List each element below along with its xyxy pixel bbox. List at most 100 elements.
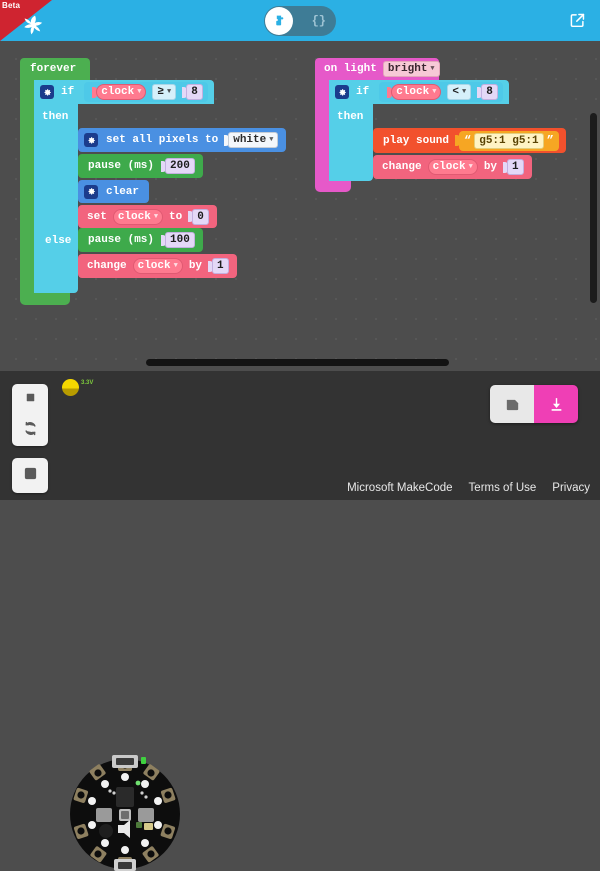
chevron-down-icon: ▼ bbox=[154, 213, 158, 221]
blocks-puzzle-icon bbox=[273, 14, 286, 27]
workspace-vertical-scrollbar[interactable] bbox=[590, 113, 597, 303]
comparison-block[interactable]: clock ▼ < ▼ 8 bbox=[379, 82, 503, 102]
debug-button[interactable] bbox=[23, 466, 38, 486]
chevron-down-icon: ▼ bbox=[432, 88, 436, 96]
app-header: Beta {} bbox=[0, 0, 600, 41]
save-button[interactable] bbox=[490, 385, 534, 423]
pause-block[interactable]: pause (ms) 100 bbox=[78, 228, 203, 252]
stop-button[interactable] bbox=[23, 390, 38, 410]
string-block[interactable]: “ g5:1 g5:1 ” bbox=[459, 131, 559, 151]
on-light-block-header[interactable]: on light bright ▼ bbox=[315, 58, 439, 80]
battery-indicator bbox=[62, 379, 79, 396]
adafruit-flower-logo[interactable] bbox=[22, 14, 48, 40]
then-label: then bbox=[42, 111, 68, 123]
variable-clock[interactable]: clock ▼ bbox=[96, 84, 146, 100]
javascript-mode-button[interactable]: {} bbox=[312, 6, 326, 36]
number-literal[interactable]: 1 bbox=[212, 258, 229, 274]
number-literal[interactable]: 8 bbox=[186, 84, 203, 100]
number-literal[interactable]: 0 bbox=[192, 209, 209, 225]
chevron-down-icon: ▼ bbox=[469, 163, 473, 171]
workspace-horizontal-scrollbar[interactable] bbox=[146, 359, 449, 366]
if-row[interactable]: if clock ▼ ≥ ▼ 8 bbox=[34, 80, 214, 104]
chevron-down-icon: ▼ bbox=[430, 65, 434, 73]
refresh-icon bbox=[23, 421, 38, 436]
blocks-mode-button[interactable] bbox=[265, 7, 293, 35]
set-label: set bbox=[87, 211, 107, 223]
comparison-block[interactable]: clock ▼ ≥ ▼ 8 bbox=[84, 82, 208, 102]
operator-field[interactable]: < ▼ bbox=[447, 84, 471, 100]
number-literal[interactable]: 1 bbox=[507, 159, 524, 175]
play-sound-block[interactable]: play sound “ g5:1 g5:1 ” bbox=[373, 128, 566, 153]
light-level-dropdown[interactable]: bright ▼ bbox=[383, 61, 440, 77]
editor-mode-toggle[interactable]: {} bbox=[264, 6, 336, 36]
restart-button[interactable] bbox=[23, 421, 38, 441]
if-gear-icon[interactable] bbox=[40, 85, 54, 99]
number-literal[interactable]: 200 bbox=[165, 158, 195, 174]
number-literal[interactable]: 100 bbox=[165, 232, 195, 248]
set-variable-block[interactable]: set clock ▼ to 0 bbox=[78, 205, 217, 228]
blocks-workspace[interactable]: forever if clock ▼ bbox=[0, 41, 600, 371]
on-light-left-spine bbox=[315, 80, 329, 181]
variable-clock[interactable]: clock ▼ bbox=[113, 209, 163, 225]
else-label: else bbox=[45, 235, 71, 247]
variable-clock[interactable]: clock ▼ bbox=[133, 258, 183, 274]
clear-block[interactable]: clear bbox=[78, 180, 149, 203]
footer-link-privacy[interactable]: Privacy bbox=[552, 482, 590, 494]
download-arrow-icon bbox=[548, 396, 565, 413]
operator-field[interactable]: ≥ ▼ bbox=[152, 84, 176, 100]
pause-block[interactable]: pause (ms) 200 bbox=[78, 154, 203, 178]
forever-foot bbox=[20, 293, 70, 305]
quote-open: “ bbox=[464, 134, 471, 148]
circuit-playground-express-board[interactable] bbox=[66, 753, 184, 871]
script-forever[interactable]: forever if clock ▼ bbox=[20, 58, 284, 80]
to-label: to bbox=[169, 211, 182, 223]
change-variable-block[interactable]: change clock ▼ by 1 bbox=[373, 155, 532, 179]
stop-square-icon bbox=[23, 390, 38, 405]
clear-label: clear bbox=[106, 186, 139, 198]
clear-gear-icon[interactable] bbox=[84, 185, 98, 199]
by-label: by bbox=[484, 161, 497, 173]
footer-link-terms[interactable]: Terms of Use bbox=[469, 482, 537, 494]
footer-links: Microsoft MakeCode Terms of Use Privacy bbox=[347, 482, 590, 494]
chevron-down-icon: ▼ bbox=[269, 136, 273, 144]
script-on-light-bright[interactable]: on light bright ▼ if clock bbox=[315, 58, 577, 80]
set-pixels-gear-icon[interactable] bbox=[84, 133, 98, 147]
open-external-icon[interactable] bbox=[569, 12, 586, 29]
chevron-down-icon: ▼ bbox=[167, 88, 171, 96]
set-all-pixels-block[interactable]: set all pixels to white ▼ bbox=[78, 128, 286, 152]
change-variable-block[interactable]: change clock ▼ by 1 bbox=[78, 254, 237, 278]
variable-clock[interactable]: clock ▼ bbox=[428, 159, 478, 175]
chevron-down-icon: ▼ bbox=[462, 88, 466, 96]
pause-label: pause (ms) bbox=[88, 234, 154, 246]
forever-block-header[interactable]: forever bbox=[20, 58, 90, 80]
simulator-area: 3.3V Microsoft MakeCode Terms of Use Pri… bbox=[0, 371, 600, 500]
beta-label: Beta bbox=[2, 1, 20, 10]
play-sound-label: play sound bbox=[383, 135, 449, 147]
sound-text-field[interactable]: g5:1 g5:1 bbox=[474, 133, 543, 149]
footer-link-makecode[interactable]: Microsoft MakeCode bbox=[347, 482, 452, 494]
variable-clock[interactable]: clock ▼ bbox=[391, 84, 441, 100]
voltage-label: 3.3V bbox=[81, 380, 93, 386]
change-label: change bbox=[87, 260, 127, 272]
number-literal[interactable]: 8 bbox=[481, 84, 498, 100]
debug-icon bbox=[23, 466, 38, 481]
color-dropdown[interactable]: white ▼ bbox=[228, 132, 278, 148]
download-button[interactable] bbox=[534, 385, 578, 423]
if-row[interactable]: if clock ▼ < ▼ 8 bbox=[329, 80, 509, 104]
save-disk-icon bbox=[504, 396, 521, 413]
forever-label: forever bbox=[30, 63, 76, 75]
simulator-controls-secondary bbox=[12, 458, 48, 493]
if-gear-icon[interactable] bbox=[335, 85, 349, 99]
by-label: by bbox=[189, 260, 202, 272]
set-all-pixels-label: set all pixels to bbox=[106, 134, 218, 146]
on-light-label: on light bbox=[324, 63, 377, 75]
change-label: change bbox=[382, 161, 422, 173]
quote-close: ” bbox=[547, 134, 554, 148]
forever-left-spine bbox=[20, 80, 34, 293]
simulator-controls-primary bbox=[12, 384, 48, 446]
pause-label: pause (ms) bbox=[88, 160, 154, 172]
project-action-buttons bbox=[490, 385, 578, 423]
then-label: then bbox=[337, 111, 363, 123]
on-light-foot bbox=[315, 181, 351, 192]
chevron-down-icon: ▼ bbox=[137, 88, 141, 96]
